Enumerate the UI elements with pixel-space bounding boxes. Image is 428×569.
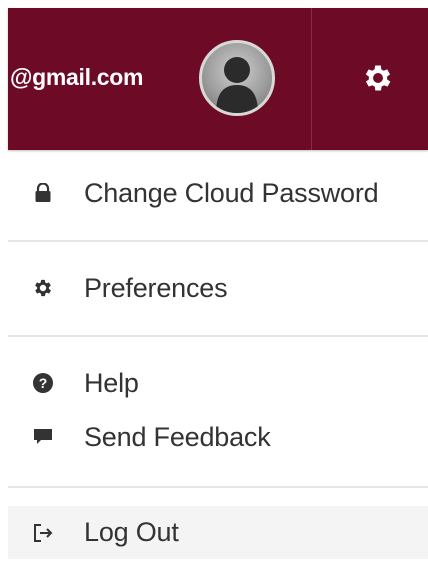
- svg-text:?: ?: [39, 375, 48, 391]
- account-header: @gmail.com: [8, 8, 428, 150]
- menu-item-help[interactable]: ? Help: [8, 357, 428, 409]
- account-email: @gmail.com: [10, 64, 144, 90]
- menu-divider: [8, 240, 428, 242]
- menu-item-label: Change Cloud Password: [84, 177, 379, 208]
- menu-item-label: Send Feedback: [84, 421, 271, 452]
- menu-divider: [8, 486, 428, 488]
- question-circle-icon: ?: [32, 372, 54, 394]
- gear-icon: [32, 277, 54, 299]
- menu-divider: [8, 335, 428, 337]
- menu-item-log-out[interactable]: Log Out: [8, 506, 428, 559]
- header-divider: [311, 8, 312, 150]
- menu-item-send-feedback[interactable]: Send Feedback: [8, 411, 428, 463]
- lock-icon: [32, 182, 54, 204]
- menu-item-label: Log Out: [84, 517, 179, 547]
- user-avatar-icon[interactable]: [199, 40, 275, 116]
- menu-item-change-cloud-password[interactable]: Change Cloud Password: [8, 167, 428, 219]
- settings-button[interactable]: [358, 58, 398, 98]
- sign-out-icon: [32, 522, 54, 544]
- comment-icon: [32, 426, 54, 448]
- menu-item-label: Help: [84, 367, 139, 398]
- gear-icon: [365, 65, 391, 91]
- menu-item-label: Preferences: [84, 272, 228, 303]
- menu-item-preferences[interactable]: Preferences: [8, 262, 428, 314]
